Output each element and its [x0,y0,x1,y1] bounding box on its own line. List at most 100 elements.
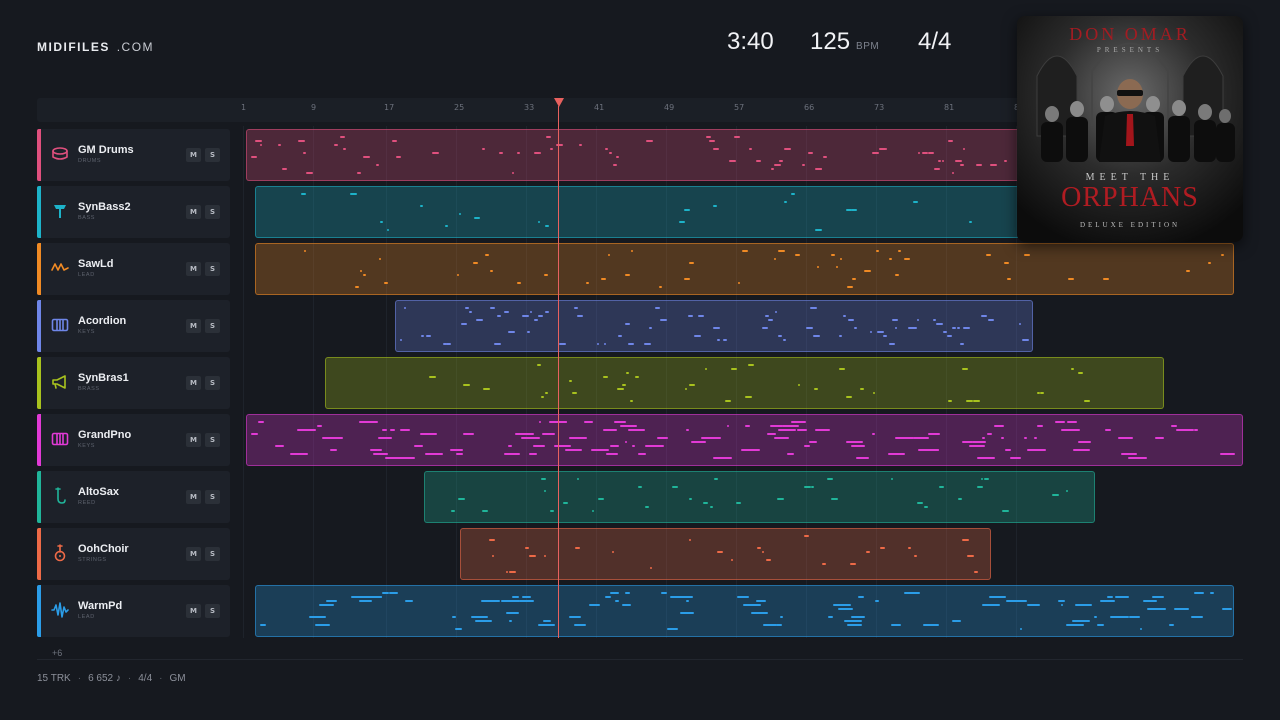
midi-note [729,160,736,162]
track-region[interactable] [460,528,991,580]
midi-note [774,258,776,260]
solo-button[interactable]: S [205,490,220,504]
midi-note [827,478,833,480]
midi-note [923,624,939,626]
midi-note [396,457,415,459]
midi-note [710,506,713,508]
solo-button[interactable]: S [205,433,220,447]
midi-note [1005,449,1011,451]
solo-button[interactable]: S [205,319,220,333]
midi-note [360,270,362,272]
midi-note [657,437,668,439]
playhead-marker[interactable] [554,98,564,107]
midi-note [851,445,865,447]
midi-note [1073,449,1090,451]
track-header[interactable]: WarmPd LEAD M S [37,585,230,637]
mute-button[interactable]: M [186,490,201,504]
track-header[interactable]: GM Drums DRUMS M S [37,129,230,181]
midi-note [815,429,830,431]
track-header[interactable]: SynBras1 BRASS M S [37,357,230,409]
midi-note [982,437,985,439]
midi-note [1194,592,1204,594]
track-header[interactable]: GrandPno KEYS M S [37,414,230,466]
solo-button[interactable]: S [205,205,220,219]
solo-button[interactable]: S [205,547,220,561]
midi-note [482,510,488,512]
mute-button[interactable]: M [186,547,201,561]
midi-note [628,429,645,431]
midi-note [913,437,929,439]
footer-summary: 15 TRK · 6 652 ♪ · 4/4 · GM [37,673,186,684]
midi-note [856,457,869,459]
midi-note [378,437,392,439]
track-region[interactable] [246,414,1243,466]
midi-note [952,620,961,622]
ruler-tick: 25 [454,103,465,112]
midi-note [340,136,345,138]
tempo-unit: BPM [856,41,880,52]
solo-button[interactable]: S [205,262,220,276]
track-region[interactable] [395,300,1033,352]
midi-note [860,388,864,390]
midi-note [948,400,952,402]
track-header[interactable]: AltoSax REED M S [37,471,230,523]
mute-button[interactable]: M [186,319,201,333]
midi-note [713,148,719,150]
midi-note [539,421,541,423]
midi-note [854,327,857,329]
mute-button[interactable]: M [186,205,201,219]
mute-button[interactable]: M [186,433,201,447]
midi-note [603,429,617,431]
track-region[interactable] [255,243,1234,295]
midi-note [938,160,941,162]
midi-note [490,270,493,272]
midi-note [326,600,337,602]
midi-note [569,616,581,618]
midi-note [1071,368,1074,370]
midi-note [717,551,723,553]
midi-note [798,384,800,386]
midi-note [904,258,910,260]
brand-suffix: .COM [116,40,155,54]
midi-note [461,323,467,325]
midi-note [1066,624,1084,626]
mute-button[interactable]: M [186,262,201,276]
midi-note [851,616,865,618]
mute-button[interactable]: M [186,148,201,162]
midi-note [771,168,774,170]
midi-note [787,453,794,455]
midi-note [509,571,516,573]
midi-note [1027,449,1046,451]
playhead[interactable] [558,106,559,638]
solo-button[interactable]: S [205,604,220,618]
midi-note [1169,624,1174,626]
midi-note [689,384,695,386]
midi-note [1084,400,1090,402]
track-region[interactable] [255,585,1234,637]
midi-note [689,498,692,500]
midi-note [389,592,398,594]
track-header[interactable]: SawLd LEAD M S [37,243,230,295]
midi-note [960,164,964,166]
midi-note [738,282,740,284]
track-header[interactable]: OohChoir STRINGS M S [37,528,230,580]
solo-button[interactable]: S [205,376,220,390]
midi-note [1186,270,1190,272]
midi-note [779,160,783,162]
midi-note [1007,278,1011,280]
midi-note [405,600,413,602]
mute-button[interactable]: M [186,376,201,390]
midi-note [275,445,284,447]
midi-note [541,396,544,398]
solo-button[interactable]: S [205,148,220,162]
mute-button[interactable]: M [186,604,201,618]
track-header[interactable]: SynBass2 BASS M S [37,186,230,238]
midi-note [445,225,448,227]
track-header[interactable]: Acordion KEYS M S [37,300,230,352]
track-region[interactable] [325,357,1164,409]
track-region[interactable] [424,471,1095,523]
midi-note [751,612,768,614]
more-tracks-link[interactable]: +6 [52,648,62,658]
midi-note [1135,616,1140,618]
midi-note [628,343,634,345]
